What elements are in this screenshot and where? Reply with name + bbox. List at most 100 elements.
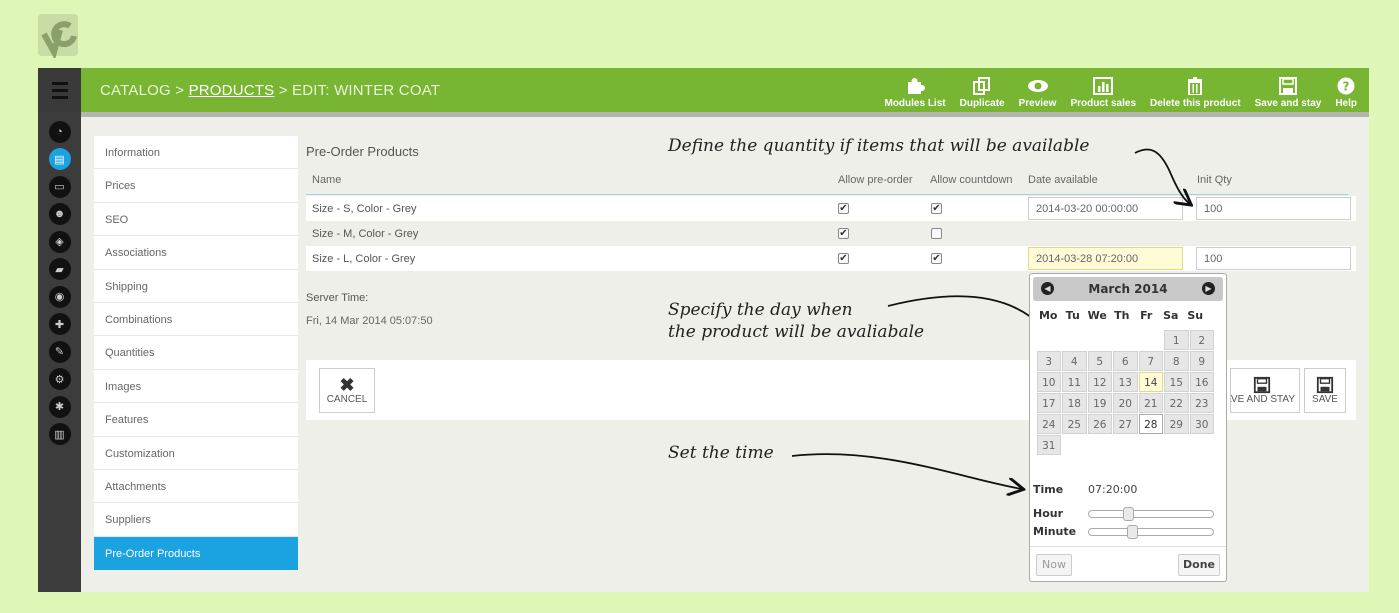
calendar-day[interactable]: 2	[1189, 330, 1214, 350]
save-and-stay-toolbar-button[interactable]: Save and stay	[1253, 71, 1324, 109]
calendar-day[interactable]: 1	[1164, 330, 1189, 350]
calendar-day[interactable]: 16	[1189, 372, 1214, 392]
tab-features[interactable]: Features	[94, 403, 298, 437]
calendar-day[interactable]: 9	[1189, 351, 1214, 371]
calendar-day[interactable]: 14	[1138, 372, 1163, 392]
init-qty-input[interactable]: 100	[1196, 247, 1351, 270]
calendar-empty-cell	[1190, 435, 1215, 455]
calendar-day[interactable]: 4	[1062, 351, 1087, 371]
now-button[interactable]: Now	[1036, 554, 1072, 576]
minute-slider[interactable]	[1088, 525, 1214, 539]
tab-information[interactable]: Information	[94, 136, 298, 170]
localization-icon[interactable]: ◉	[38, 283, 81, 311]
server-time-label: Server Time:	[306, 292, 369, 304]
calendar-day[interactable]: 22	[1164, 393, 1189, 413]
calendar-day[interactable]: 26	[1087, 414, 1112, 434]
catalog-icon[interactable]: ▤	[38, 146, 81, 174]
advanced-parameters-icon[interactable]: ⚙	[38, 366, 81, 394]
allow-countdown-checkbox[interactable]: ✔	[931, 253, 942, 264]
tab-images[interactable]: Images	[94, 370, 298, 404]
calendar-day[interactable]: 10	[1036, 372, 1061, 392]
tab-shipping[interactable]: Shipping	[94, 270, 298, 303]
duplicate-button[interactable]: Duplicate	[958, 71, 1007, 109]
modules-icon[interactable]: ✚	[38, 311, 81, 339]
minute-label: Minute	[1033, 525, 1077, 538]
tab-combinations[interactable]: Combinations	[94, 303, 298, 337]
done-button[interactable]: Done	[1178, 554, 1220, 576]
tab-attachments[interactable]: Attachments	[94, 470, 298, 504]
calendar-day[interactable]: 18	[1062, 393, 1087, 413]
save-and-stay-toolbar-label: Save and stay	[1254, 98, 1322, 109]
calendar-day[interactable]: 31	[1036, 435, 1061, 455]
breadcrumb-current: > EDIT: WINTER COAT	[274, 82, 441, 99]
customers-icon[interactable]: ☻	[38, 201, 81, 229]
product-sales-button[interactable]: Product sales	[1068, 71, 1138, 109]
hour-slider-handle[interactable]	[1123, 507, 1135, 521]
allow-preorder-checkbox[interactable]: ✔	[838, 228, 849, 239]
calendar-day[interactable]: 21	[1138, 393, 1163, 413]
calendar-day[interactable]: 17	[1036, 393, 1061, 413]
date-available-input[interactable]: 2014-03-28 07:20:00	[1028, 247, 1183, 270]
hour-slider[interactable]	[1088, 507, 1214, 521]
calendar-day[interactable]: 20	[1113, 393, 1138, 413]
preview-button[interactable]: Preview	[1017, 71, 1059, 109]
tab-quantities[interactable]: Quantities	[94, 336, 298, 370]
calendar-day[interactable]: 5	[1087, 351, 1112, 371]
tab-seo[interactable]: SEO	[94, 203, 298, 237]
left-nav: ◔ ▤ ▭ ☻ ◈ ▰ ◉ ✚ ✎ ⚙ ✱ ▥	[38, 68, 81, 592]
calendar-day[interactable]: 6	[1113, 351, 1138, 371]
tab-associations[interactable]: Associations	[94, 236, 298, 270]
top-bar: CATALOG > PRODUCTS > EDIT: WINTER COAT M…	[81, 68, 1369, 112]
date-available-input[interactable]: 2014-03-20 00:00:00	[1028, 197, 1183, 220]
calendar-day[interactable]: 19	[1087, 393, 1112, 413]
calendar-day[interactable]: 23	[1189, 393, 1214, 413]
calendar-empty-cell	[1164, 435, 1189, 455]
calendar-day[interactable]: 29	[1164, 414, 1189, 434]
calendar-day[interactable]: 27	[1113, 414, 1138, 434]
allow-countdown-checkbox[interactable]	[931, 228, 942, 239]
calendar-day[interactable]: 11	[1062, 372, 1087, 392]
tab-pre-order-products[interactable]: Pre-Order Products	[94, 536, 298, 571]
tab-customization[interactable]: Customization	[94, 437, 298, 470]
shipping-icon[interactable]: ▰	[38, 256, 81, 284]
preferences-icon[interactable]: ✎	[38, 338, 81, 366]
breadcrumb: CATALOG > PRODUCTS > EDIT: WINTER COAT	[100, 82, 440, 99]
allow-preorder-checkbox[interactable]: ✔	[838, 253, 849, 264]
calendar-day[interactable]: 24	[1036, 414, 1061, 434]
calendar-day[interactable]: 3	[1036, 351, 1061, 371]
calendar-empty-cell	[1139, 435, 1164, 455]
allow-countdown-checkbox[interactable]: ✔	[931, 203, 942, 214]
floppy-icon	[1278, 77, 1297, 95]
modules-list-button[interactable]: Modules List	[882, 71, 947, 109]
cancel-button[interactable]: ✖ CANCEL	[319, 368, 375, 413]
col-header-allow-countdown: Allow countdown	[930, 174, 1013, 186]
server-time-value: Fri, 14 Mar 2014 05:07:50	[306, 315, 433, 327]
delete-product-button[interactable]: Delete this product	[1148, 71, 1243, 109]
calendar-day[interactable]: 13	[1113, 372, 1138, 392]
price-rules-icon[interactable]: ◈	[38, 228, 81, 256]
dashboard-icon[interactable]: ◔	[38, 118, 81, 146]
orders-icon[interactable]: ▭	[38, 173, 81, 201]
calendar-day[interactable]: 12	[1087, 372, 1112, 392]
row-name: Size - L, Color - Grey	[312, 253, 416, 265]
calendar-day[interactable]: 28	[1138, 414, 1163, 434]
tab-suppliers[interactable]: Suppliers	[94, 503, 298, 537]
breadcrumb-products-link[interactable]: PRODUCTS	[189, 82, 275, 99]
save-and-stay-button[interactable]: SAVE AND STAY	[1230, 368, 1300, 413]
menu-toggle-button[interactable]	[38, 68, 81, 112]
calendar-day[interactable]: 7	[1138, 351, 1163, 371]
help-button[interactable]: ? Help	[1333, 71, 1359, 109]
calendar-day[interactable]: 25	[1062, 414, 1087, 434]
tab-prices[interactable]: Prices	[94, 169, 298, 203]
calendar-day[interactable]: 30	[1189, 414, 1214, 434]
calendar-day[interactable]: 15	[1164, 372, 1189, 392]
minute-slider-handle[interactable]	[1126, 525, 1138, 539]
stats-icon[interactable]: ▥	[38, 421, 81, 449]
save-button[interactable]: SAVE	[1304, 368, 1346, 413]
calendar-day[interactable]: 8	[1164, 351, 1189, 371]
next-month-icon[interactable]: ▶	[1202, 282, 1215, 295]
init-qty-input[interactable]: 100	[1196, 197, 1351, 220]
hour-label: Hour	[1033, 507, 1064, 520]
administration-icon[interactable]: ✱	[38, 393, 81, 421]
allow-preorder-checkbox[interactable]: ✔	[838, 203, 849, 214]
